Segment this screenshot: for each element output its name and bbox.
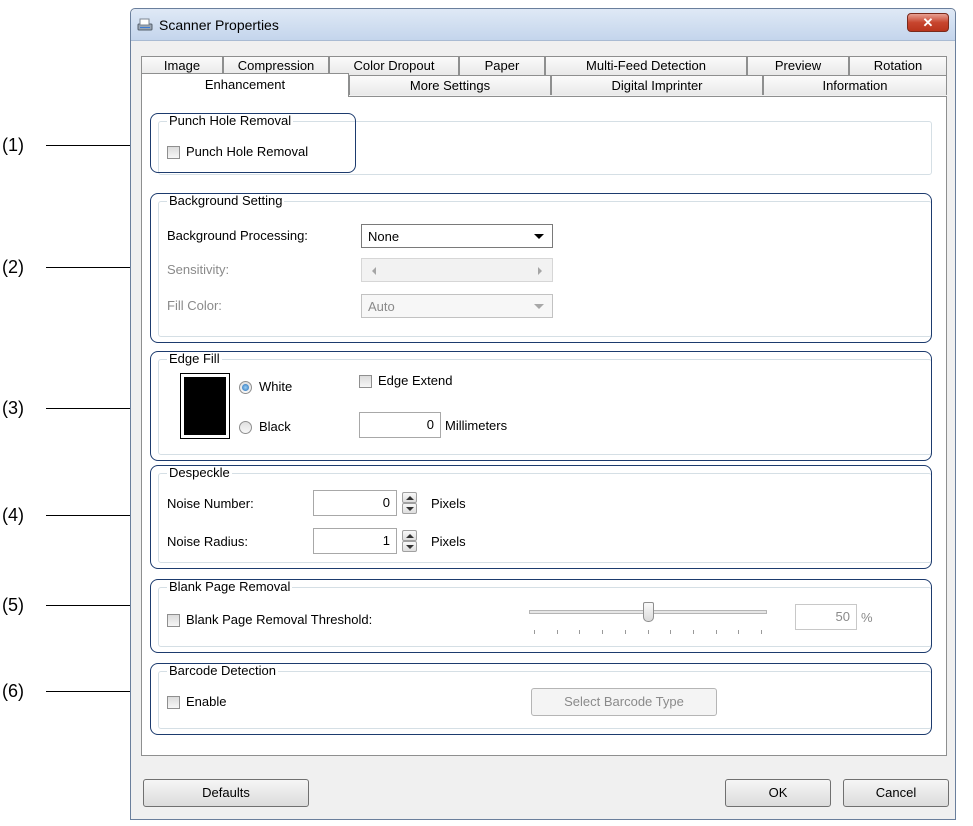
noise-radius-input[interactable]: 1 [313, 528, 397, 554]
edge-fill-preview [180, 373, 230, 439]
callout-number: (3) [2, 398, 24, 418]
slider-tick [692, 630, 694, 634]
callout-3: (3) [0, 396, 150, 420]
tab-enhancement[interactable]: Enhancement [141, 73, 349, 97]
chevron-down-icon [534, 304, 544, 309]
fill-color-label: Fill Color: [167, 298, 222, 313]
black-radio[interactable] [239, 421, 252, 434]
background-processing-select[interactable]: None [361, 224, 553, 248]
selected-value: None [368, 229, 400, 244]
slider-tick [647, 630, 649, 634]
punch-hole-checkbox[interactable] [167, 146, 180, 159]
barcode-enable-label: Enable [186, 694, 227, 709]
scanner-properties-window: Scanner Properties ✕ Image Compression C… [130, 8, 956, 820]
callout-6: (6) [0, 679, 150, 703]
close-icon: ✕ [922, 15, 934, 30]
slider-tick [624, 630, 626, 634]
group-title: Despeckle [167, 465, 232, 480]
edge-fill-group: Edge Fill White Black Edge Extend 0 Mill… [158, 351, 932, 455]
white-radio[interactable] [239, 381, 252, 394]
tab-preview[interactable]: Preview [747, 56, 849, 75]
punch-hole-label: Punch Hole Removal [186, 144, 309, 159]
blank-page-threshold-label: Blank Page Removal Threshold: [186, 612, 373, 627]
tab-digital-imprinter[interactable]: Digital Imprinter [551, 75, 763, 95]
arrow-up-icon[interactable] [402, 530, 417, 541]
callout-1: (1) [0, 133, 150, 157]
tab-rotation[interactable]: Rotation [849, 56, 947, 75]
fill-color-select[interactable]: Auto [361, 294, 553, 318]
barcode-enable-checkbox[interactable] [167, 696, 180, 709]
ok-button[interactable]: OK [725, 779, 831, 807]
slider-tick [534, 630, 535, 634]
tab-paper[interactable]: Paper [459, 56, 545, 75]
noise-number-input[interactable]: 0 [313, 490, 397, 516]
slider-tick [670, 630, 672, 634]
black-label: Black [259, 419, 291, 434]
callout-number: (1) [2, 135, 24, 155]
callout-number: (4) [2, 505, 24, 525]
tab-more-settings[interactable]: More Settings [349, 75, 551, 95]
slider-tick [579, 630, 581, 634]
noise-radius-unit: Pixels [431, 534, 466, 549]
callout-number: (5) [2, 595, 24, 615]
window-title: Scanner Properties [159, 17, 279, 33]
slider-tick [761, 630, 762, 634]
slider-thumb[interactable] [642, 602, 654, 622]
arrow-down-icon[interactable] [402, 503, 417, 514]
group-title: Barcode Detection [167, 663, 278, 678]
group-title: Blank Page Removal [167, 579, 293, 594]
tab-multi-feed-detection[interactable]: Multi-Feed Detection [545, 56, 747, 75]
sensitivity-label: Sensitivity: [167, 262, 230, 277]
slider-tick [602, 630, 604, 634]
slider-tick [556, 630, 558, 634]
title-bar[interactable]: Scanner Properties ✕ [131, 9, 955, 41]
group-title: Punch Hole Removal [167, 113, 294, 128]
cancel-button[interactable]: Cancel [843, 779, 949, 807]
enhancement-panel: Punch Hole Removal Punch Hole Removal Ba… [141, 96, 947, 756]
selected-value: Auto [368, 299, 395, 314]
noise-number-stepper[interactable] [402, 492, 417, 514]
white-label: White [259, 379, 293, 394]
arrow-down-icon[interactable] [402, 541, 417, 552]
noise-number-unit: Pixels [431, 496, 466, 511]
threshold-slider[interactable] [529, 602, 767, 638]
millimeters-input[interactable]: 0 [359, 412, 441, 438]
arrow-up-icon[interactable] [402, 492, 417, 503]
callout-5: (5) [0, 593, 150, 617]
chevron-down-icon [534, 234, 544, 239]
close-button[interactable]: ✕ [907, 13, 949, 32]
background-setting-group: Background Setting Background Processing… [158, 193, 932, 337]
defaults-button[interactable]: Defaults [143, 779, 309, 807]
slider-tick [715, 630, 717, 634]
slider-tick [738, 630, 740, 634]
edge-extend-label: Edge Extend [378, 373, 453, 388]
noise-radius-label: Noise Radius: [167, 534, 248, 549]
blank-page-checkbox[interactable] [167, 614, 180, 627]
callout-number: (2) [2, 257, 24, 277]
threshold-value-input[interactable]: 50 [795, 604, 857, 630]
edge-extend-checkbox[interactable] [359, 375, 372, 388]
arrow-right-icon [538, 267, 542, 275]
scanner-icon [137, 18, 153, 31]
tab-information[interactable]: Information [763, 75, 947, 95]
millimeters-label: Millimeters [445, 418, 508, 433]
callout-4: (4) [0, 503, 150, 527]
callout-2: (2) [0, 255, 150, 279]
group-title: Background Setting [167, 193, 285, 208]
barcode-detection-group: Barcode Detection Enable Select Barcode … [158, 663, 932, 729]
despeckle-group: Despeckle Noise Number: 0 Pixels Noise R… [158, 465, 932, 563]
sensitivity-scrollbar[interactable] [361, 258, 553, 282]
noise-radius-stepper[interactable] [402, 530, 417, 552]
percent-label: % [861, 610, 873, 625]
arrow-left-icon [372, 267, 376, 275]
blank-page-removal-group: Blank Page Removal Blank Page Removal Th… [158, 579, 932, 647]
callout-number: (6) [2, 681, 24, 701]
noise-number-label: Noise Number: [167, 496, 254, 511]
punch-hole-group: Punch Hole Removal Punch Hole Removal [158, 113, 932, 175]
background-processing-label: Background Processing: [167, 228, 308, 243]
select-barcode-type-button[interactable]: Select Barcode Type [531, 688, 717, 716]
group-title: Edge Fill [167, 351, 222, 366]
